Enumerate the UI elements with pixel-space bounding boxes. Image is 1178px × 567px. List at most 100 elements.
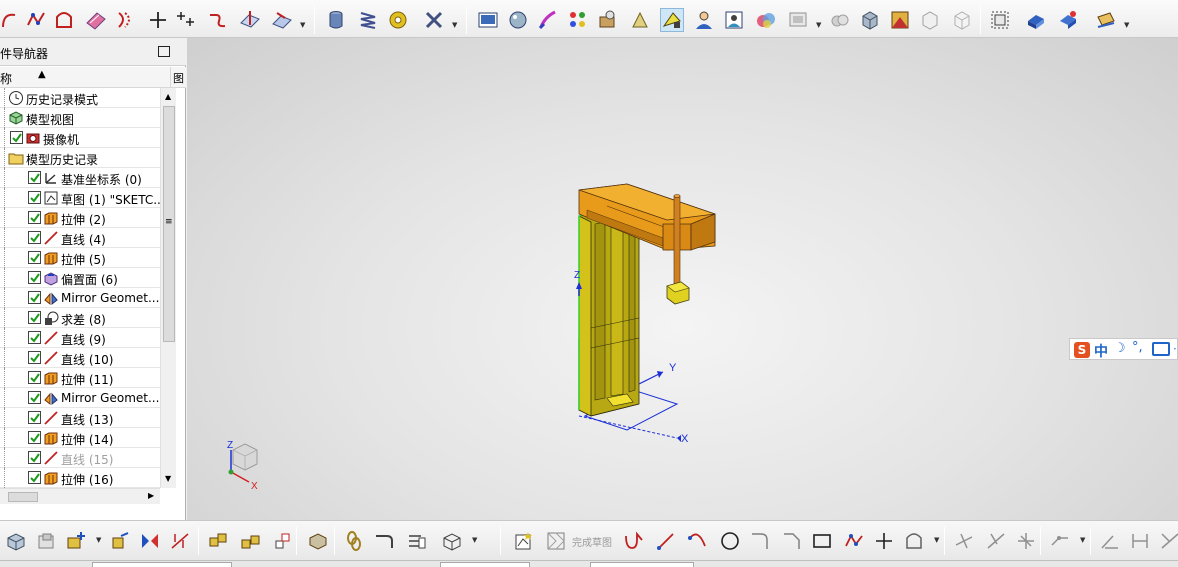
navigator-row[interactable]: 偏置面 (6) [0, 268, 160, 288]
punctuation-icon[interactable]: °, [1132, 340, 1143, 355]
align-icon[interactable] [238, 529, 262, 553]
view-icon[interactable] [786, 8, 810, 32]
visibility-checkbox[interactable] [28, 251, 41, 264]
fillet-icon[interactable] [748, 529, 772, 553]
ime-mode[interactable]: 中 [1094, 341, 1108, 361]
dropdown-arrow-icon[interactable]: ▼ [472, 537, 478, 544]
edit-section-icon[interactable] [1056, 8, 1080, 32]
status-field[interactable] [440, 562, 530, 567]
hanging-block[interactable] [666, 281, 690, 305]
profile-icon[interactable] [622, 529, 646, 553]
rectangle-icon[interactable] [810, 529, 834, 553]
scroll-thumb[interactable]: ≡ [163, 106, 175, 342]
navigator-row[interactable]: 直线 (9) [0, 328, 160, 348]
scene-icon[interactable] [754, 8, 778, 32]
navigator-row[interactable]: 模型历史记录 [0, 148, 160, 168]
vertical-scrollbar[interactable]: ▲ ≡ ▼ [160, 88, 176, 488]
dropdown-arrow-icon[interactable]: ▼ [934, 537, 940, 544]
navigator-row[interactable]: Mirror Geomet... [0, 288, 160, 308]
visibility-checkbox[interactable] [28, 291, 41, 304]
navigator-row[interactable]: 直线 (15) [0, 448, 160, 468]
exploded-view-icon[interactable] [306, 529, 330, 553]
image-icon[interactable] [722, 8, 746, 32]
moon-icon[interactable]: ☽ [1114, 341, 1126, 356]
clouds-icon[interactable] [828, 8, 852, 32]
horizontal-scrollbar[interactable]: ▶ [0, 488, 160, 504]
background-icon[interactable] [888, 8, 912, 32]
box-outline-icon[interactable] [950, 8, 974, 32]
dropdown-arrow-icon[interactable]: ▼ [452, 22, 458, 29]
scroll-up-icon[interactable]: ▲ [165, 92, 171, 101]
component-icon[interactable] [34, 529, 58, 553]
point-set-icon[interactable] [174, 8, 198, 32]
zoom-window-icon[interactable] [988, 8, 1012, 32]
point-icon[interactable] [146, 8, 170, 32]
route-icon[interactable] [372, 529, 396, 553]
navigator-column-header[interactable]: 名称 ▲ 图 [0, 67, 186, 88]
navigator-row[interactable]: 拉伸 (5) [0, 248, 160, 268]
surface-icon[interactable] [84, 8, 108, 32]
project-curve-icon[interactable] [270, 8, 294, 32]
dropdown-arrow-icon[interactable]: ▼ [816, 22, 822, 29]
visibility-checkbox[interactable] [28, 271, 41, 284]
visibility-checkbox[interactable] [28, 171, 41, 184]
ime-toolbar[interactable]: S 中 ☽ °, ⋯ [1069, 338, 1178, 360]
make-corner-icon[interactable] [1014, 529, 1038, 553]
assembly-icon[interactable] [4, 529, 28, 553]
column-name-header[interactable]: 名称 [0, 70, 12, 87]
navigator-row[interactable]: Mirror Geomet... [0, 388, 160, 408]
navigator-row[interactable]: 拉伸 (14) [0, 428, 160, 448]
shaded-icon[interactable] [1024, 8, 1048, 32]
user-icon[interactable] [692, 8, 716, 32]
navigator-row[interactable]: 直线 (10) [0, 348, 160, 368]
render-icon[interactable] [476, 8, 500, 32]
reposition-icon[interactable] [270, 529, 294, 553]
geometric-constraint-icon[interactable] [1098, 529, 1122, 553]
lighting-icon[interactable] [628, 8, 652, 32]
navigator-row[interactable]: 拉伸 (2) [0, 208, 160, 228]
graphics-window[interactable]: X Y Z Z X [187, 38, 1178, 520]
scroll-thumb[interactable] [8, 492, 38, 502]
navigator-row[interactable]: 草图 (1) "SKETC... [0, 188, 160, 208]
navigator-row[interactable]: 直线 (13) [0, 408, 160, 428]
pattern-component-icon[interactable] [168, 529, 192, 553]
more-icon[interactable]: ⋯ [1173, 342, 1178, 355]
point-icon[interactable] [872, 529, 896, 553]
line-icon[interactable] [654, 529, 678, 553]
navigator-row[interactable]: 基准坐标系 (0) [0, 168, 160, 188]
model-view[interactable]: X Y Z Z X [187, 38, 1178, 520]
move-component-icon[interactable] [108, 529, 132, 553]
view-triad[interactable]: Z X [227, 440, 258, 492]
bearing-icon[interactable] [386, 8, 410, 32]
spotlight-icon[interactable] [660, 8, 684, 32]
circle-icon[interactable] [718, 529, 742, 553]
offset-curve-icon[interactable] [114, 8, 138, 32]
visibility-checkbox[interactable] [28, 471, 41, 484]
display-constraints-icon[interactable] [1158, 529, 1178, 553]
dropdown-arrow-icon[interactable]: ▼ [1080, 537, 1086, 544]
hanging-rod[interactable] [673, 194, 681, 287]
visibility-checkbox[interactable] [28, 211, 41, 224]
status-field[interactable] [92, 562, 232, 567]
navigator-row[interactable]: 摄像机 [0, 128, 160, 148]
navigator-row[interactable]: 模型视图 [0, 108, 160, 128]
section-icon[interactable] [1094, 8, 1118, 32]
paint-brush-icon[interactable] [536, 8, 560, 32]
arc-icon[interactable] [0, 8, 20, 32]
studio-spline-icon[interactable] [24, 8, 48, 32]
visibility-checkbox[interactable] [28, 311, 41, 324]
visibility-checkbox[interactable] [28, 431, 41, 444]
column2-header[interactable]: 图 [170, 67, 186, 88]
bridge-curve-icon[interactable] [206, 8, 230, 32]
visibility-checkbox[interactable] [28, 331, 41, 344]
dropdown-arrow-icon[interactable]: ▼ [300, 22, 306, 29]
maximize-icon[interactable] [158, 46, 170, 57]
material-icon[interactable] [506, 8, 530, 32]
decal-icon[interactable] [596, 8, 620, 32]
visibility-checkbox[interactable] [28, 371, 41, 384]
visibility-checkbox[interactable] [10, 131, 23, 144]
offset-curve-icon[interactable] [902, 529, 926, 553]
dimension-icon[interactable] [1128, 529, 1152, 553]
visibility-checkbox[interactable] [28, 191, 41, 204]
arc-icon[interactable] [686, 529, 710, 553]
